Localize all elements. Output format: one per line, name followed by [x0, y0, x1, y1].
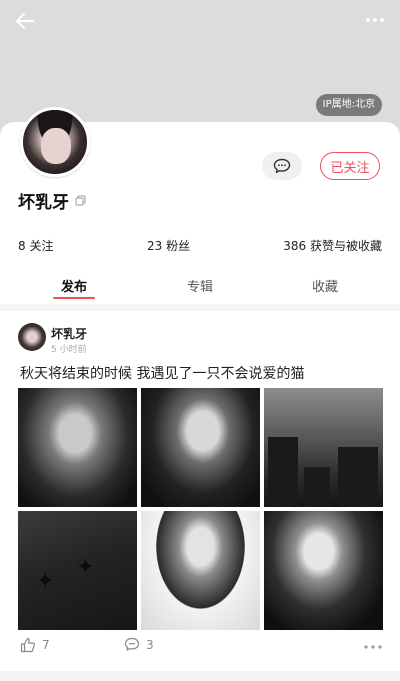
chat-bubble-icon [273, 158, 291, 173]
photo-building-shape [304, 467, 330, 507]
like-button[interactable]: 7 [20, 637, 50, 653]
active-tab-indicator [53, 297, 95, 299]
post-author-avatar[interactable] [18, 323, 46, 351]
more-button[interactable] [362, 10, 388, 30]
post-photo[interactable] [264, 511, 383, 630]
photo-bird-shape: ✦ [36, 569, 55, 594]
post-card: 坏乳牙 5 小时前 秋天将结束的时候 我遇见了一只不会说爱的猫 ✦ ✦ 7 3 [0, 311, 400, 671]
copy-username-button[interactable] [75, 195, 86, 206]
photo-bird-shape: ✦ [76, 555, 95, 580]
copy-icon [75, 195, 86, 206]
username-row: 坏乳牙 [18, 188, 86, 213]
post-photo[interactable] [264, 388, 383, 507]
following-count[interactable]: 8 关注 [18, 237, 53, 254]
back-button[interactable] [12, 8, 38, 34]
post-photo[interactable] [18, 388, 137, 507]
ip-location-badge: IP属地:北京 [315, 94, 382, 116]
post-photo[interactable]: ✦ ✦ [18, 511, 137, 630]
post-text[interactable]: 秋天将结束的时候 我遇见了一只不会说爱的猫 [20, 363, 304, 383]
comment-count: 3 [146, 637, 154, 652]
followers-count[interactable]: 23 粉丝 [147, 237, 190, 254]
comment-button[interactable]: 3 [124, 637, 154, 652]
likes-count[interactable]: 386 获赞与被收藏 [283, 237, 382, 254]
photo-building-shape [268, 437, 298, 507]
post-time: 5 小时前 [51, 345, 87, 355]
avatar-face [41, 128, 71, 164]
message-button[interactable] [262, 152, 302, 180]
follow-button[interactable]: 已关注 [320, 152, 380, 180]
more-dots-icon [366, 18, 384, 22]
like-count: 7 [42, 638, 50, 652]
comment-icon [124, 637, 140, 651]
profile-stats: 8 关注 23 粉丝 386 获赞与被收藏 [18, 237, 382, 255]
username: 坏乳牙 [18, 193, 69, 213]
post-author[interactable]: 坏乳牙 [51, 325, 87, 342]
tab-albums[interactable]: 专辑 [160, 276, 240, 295]
photo-building-shape [338, 447, 378, 507]
more-dots-icon [364, 645, 382, 649]
tab-favorites[interactable]: 收藏 [285, 276, 365, 295]
post-more-button[interactable] [362, 641, 384, 653]
post-actions: 7 3 [0, 637, 400, 661]
avatar[interactable] [20, 107, 90, 177]
tab-posts[interactable]: 发布 [34, 276, 114, 295]
post-photo[interactable] [141, 388, 260, 507]
thumbs-up-icon [20, 637, 35, 653]
arrow-left-icon [16, 13, 34, 29]
post-photo[interactable] [141, 511, 260, 630]
